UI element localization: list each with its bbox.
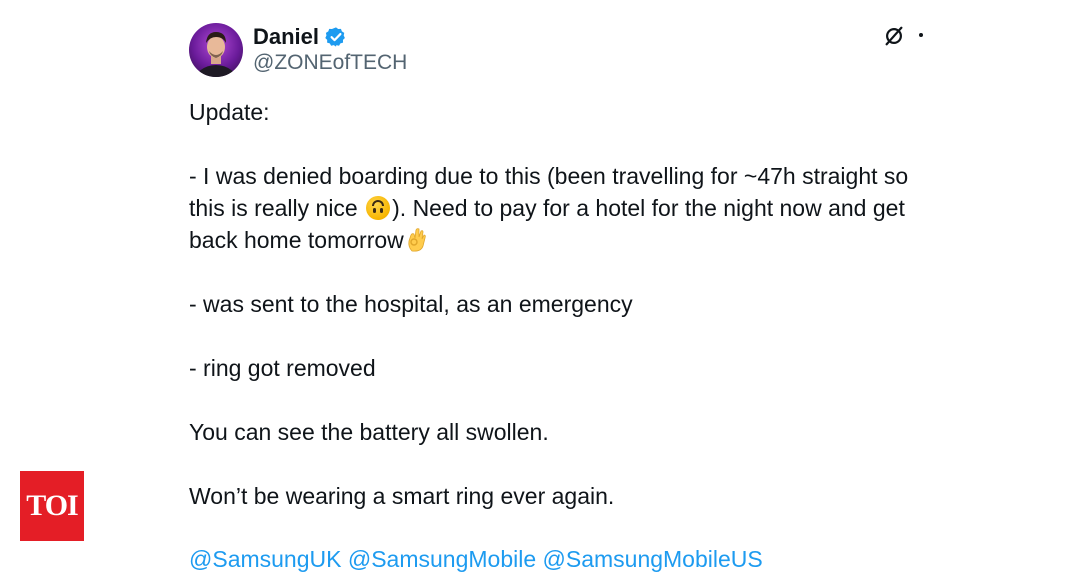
author-handle[interactable]: @ZONEofTECH: [253, 51, 407, 75]
tweet-text-segment: this is really nice: [189, 195, 365, 221]
grok-icon[interactable]: [883, 25, 905, 47]
tweet-line-nice: this is really nice ). Need to pay for a…: [189, 192, 905, 224]
avatar-image-icon: [195, 32, 237, 77]
upside-down-face-emoji-icon: [366, 196, 391, 220]
tweet-line-ring: - ring got removed: [189, 355, 376, 381]
tweet-line-boarding: - I was denied boarding due to this (bee…: [189, 163, 909, 189]
tweet-text-segment: ). Need to pay for a hotel for the night…: [392, 195, 905, 221]
verified-badge-icon: [325, 27, 345, 47]
author-name[interactable]: Daniel: [253, 24, 319, 50]
toi-logo: TOI: [20, 471, 84, 541]
tweet-mentions-link[interactable]: @SamsungUK @SamsungMobile @SamsungMobile…: [189, 543, 763, 575]
avatar[interactable]: [189, 23, 243, 77]
tweet-line-battery: You can see the battery all swollen.: [189, 419, 549, 445]
tweet-line-home: back home tomorrow: [189, 224, 428, 256]
tweet-text-segment: back home tomorrow: [189, 227, 404, 253]
tweet-line-update: Update:: [189, 99, 270, 125]
more-dot-icon[interactable]: [919, 33, 923, 37]
tweet-screenshot: Daniel @ZONEofTECH Update: - I was denie…: [0, 0, 1069, 580]
tweet-line-never-again: Won’t be wearing a smart ring ever again…: [189, 483, 615, 509]
ok-hand-emoji-icon: [408, 228, 426, 252]
author-name-row[interactable]: Daniel: [253, 24, 347, 50]
tweet-line-hospital: - was sent to the hospital, as an emerge…: [189, 291, 633, 317]
